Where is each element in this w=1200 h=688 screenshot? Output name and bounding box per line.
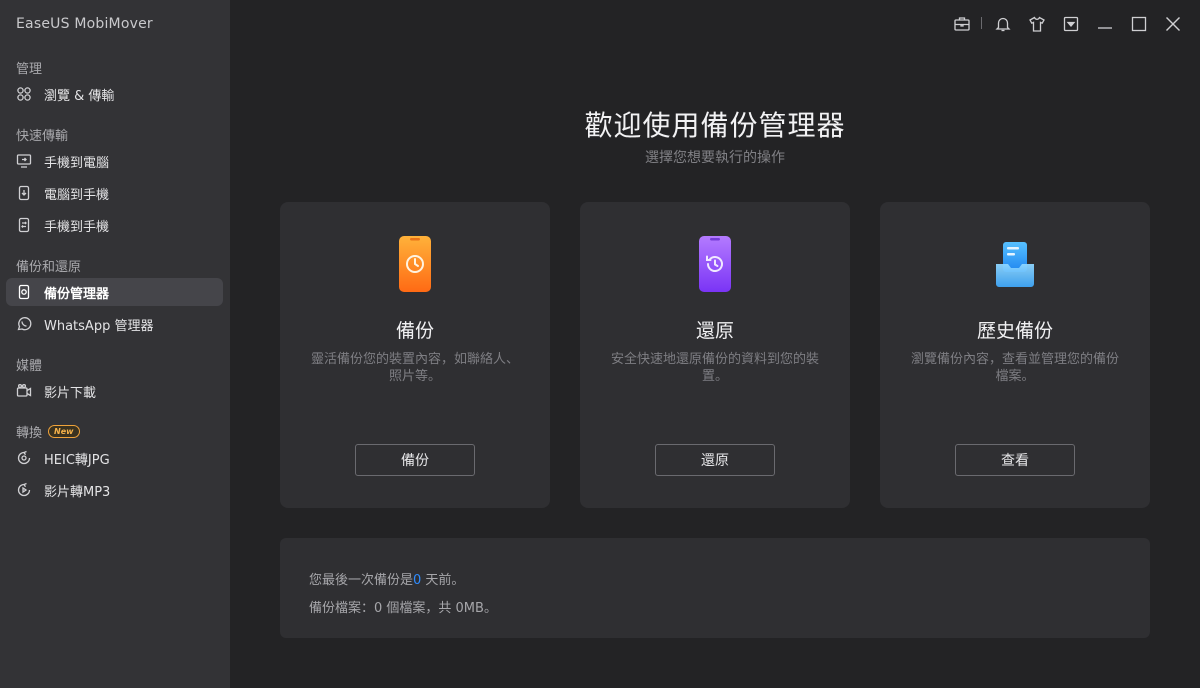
page-subtitle: 選擇您想要執行的操作 <box>645 150 785 166</box>
last-backup-prefix: 您最後一次備份是 <box>309 573 414 588</box>
backup-manager-icon <box>16 284 32 300</box>
sidebar-item-whatsapp-manager[interactable]: WhatsApp 管理器 <box>6 310 223 338</box>
restore-card-title: 還原 <box>695 320 734 342</box>
backup-files-text: 備份檔案：0 個檔案，共 0MB。 <box>309 601 497 616</box>
backup-card-desc: 靈活備份您的裝置內容，如聯絡人、照片等。 <box>310 352 519 384</box>
backup-card-title: 備份 <box>395 320 434 342</box>
sidebar-item-label: 手機到手機 <box>44 219 110 235</box>
sidebar-item-label: WhatsApp 管理器 <box>44 318 154 334</box>
sidebar-item-label: 電腦到手機 <box>44 187 110 203</box>
new-badge: New <box>48 425 80 438</box>
heic-convert-icon <box>16 450 32 466</box>
sidebar-item-label: 瀏覽 & 傳輸 <box>44 88 115 104</box>
app-title: EaseUS MobiMover <box>16 16 153 32</box>
restore-button[interactable]: 還原 <box>655 444 775 476</box>
history-backup-icon <box>990 234 1040 294</box>
view-button[interactable]: 查看 <box>955 444 1075 476</box>
section-label-convert: 轉換 New <box>16 422 80 441</box>
section-label-backup-restore: 備份和還原 <box>16 260 82 275</box>
sidebar-item-heic-to-jpg[interactable]: HEIC轉JPG <box>6 444 223 472</box>
phone-to-pc-icon <box>16 153 32 169</box>
whatsapp-icon <box>16 316 32 332</box>
section-label-manage: 管理 <box>16 62 43 77</box>
history-backup-card-title: 歷史備份 <box>976 320 1053 342</box>
phone-to-phone-icon <box>16 217 32 233</box>
video-to-mp3-icon <box>16 482 32 498</box>
restore-phone-icon <box>690 234 740 294</box>
restore-card-desc: 安全快速地還原備份的資料到您的裝置。 <box>610 352 819 384</box>
main-content: 歡迎使用備份管理器 選擇您想要執行的操作 備份 靈活備份您的裝置內容，如聯絡人、… <box>230 0 1200 688</box>
restore-card: 還原 安全快速地還原備份的資料到您的裝置。 還原 <box>580 202 850 508</box>
backup-phone-icon <box>390 234 440 294</box>
backup-button[interactable]: 備份 <box>355 444 475 476</box>
history-backup-card: 歷史備份 瀏覽備份內容，查看並管理您的備份檔案。 查看 <box>880 202 1150 508</box>
sidebar-item-video-download[interactable]: 影片下載 <box>6 377 223 405</box>
last-backup-suffix: 天前。 <box>421 573 465 588</box>
sidebar-item-phone-to-phone[interactable]: 手機到手機 <box>6 211 223 239</box>
sidebar-item-video-to-mp3[interactable]: 影片轉MP3 <box>6 476 223 504</box>
sidebar-item-backup-manager[interactable]: 備份管理器 <box>6 278 223 306</box>
sidebar-item-label: 影片下載 <box>44 385 97 401</box>
page-title: 歡迎使用備份管理器 <box>584 109 846 142</box>
sidebar-item-label: HEIC轉JPG <box>44 452 110 468</box>
sidebar-item-label: 影片轉MP3 <box>44 484 111 500</box>
sidebar-item-label: 手機到電腦 <box>44 155 110 171</box>
section-label-media: 媒體 <box>16 359 43 374</box>
grid-icon <box>16 86 32 102</box>
last-backup-text: 您最後一次備份是0 天前。 <box>309 569 464 588</box>
backup-card: 備份 靈活備份您的裝置內容，如聯絡人、照片等。 備份 <box>280 202 550 508</box>
history-backup-card-desc: 瀏覽備份內容，查看並管理您的備份檔案。 <box>910 352 1119 384</box>
sidebar-item-pc-to-phone[interactable]: 電腦到手機 <box>6 179 223 207</box>
backup-info-panel: 您最後一次備份是0 天前。 備份檔案：0 個檔案，共 0MB。 <box>280 538 1150 638</box>
section-label-quick-transfer: 快速傳輸 <box>16 129 69 144</box>
sidebar: EaseUS MobiMover 管理 瀏覽 & 傳輸 快速傳輸 手機到電腦 電… <box>0 0 230 688</box>
pc-to-phone-icon <box>16 185 32 201</box>
section-label-text: 轉換 <box>16 426 43 441</box>
sidebar-item-browse-transfer[interactable]: 瀏覽 & 傳輸 <box>6 80 223 108</box>
video-download-icon <box>16 383 32 399</box>
sidebar-item-label: 備份管理器 <box>44 286 110 302</box>
sidebar-item-phone-to-pc[interactable]: 手機到電腦 <box>6 147 223 175</box>
